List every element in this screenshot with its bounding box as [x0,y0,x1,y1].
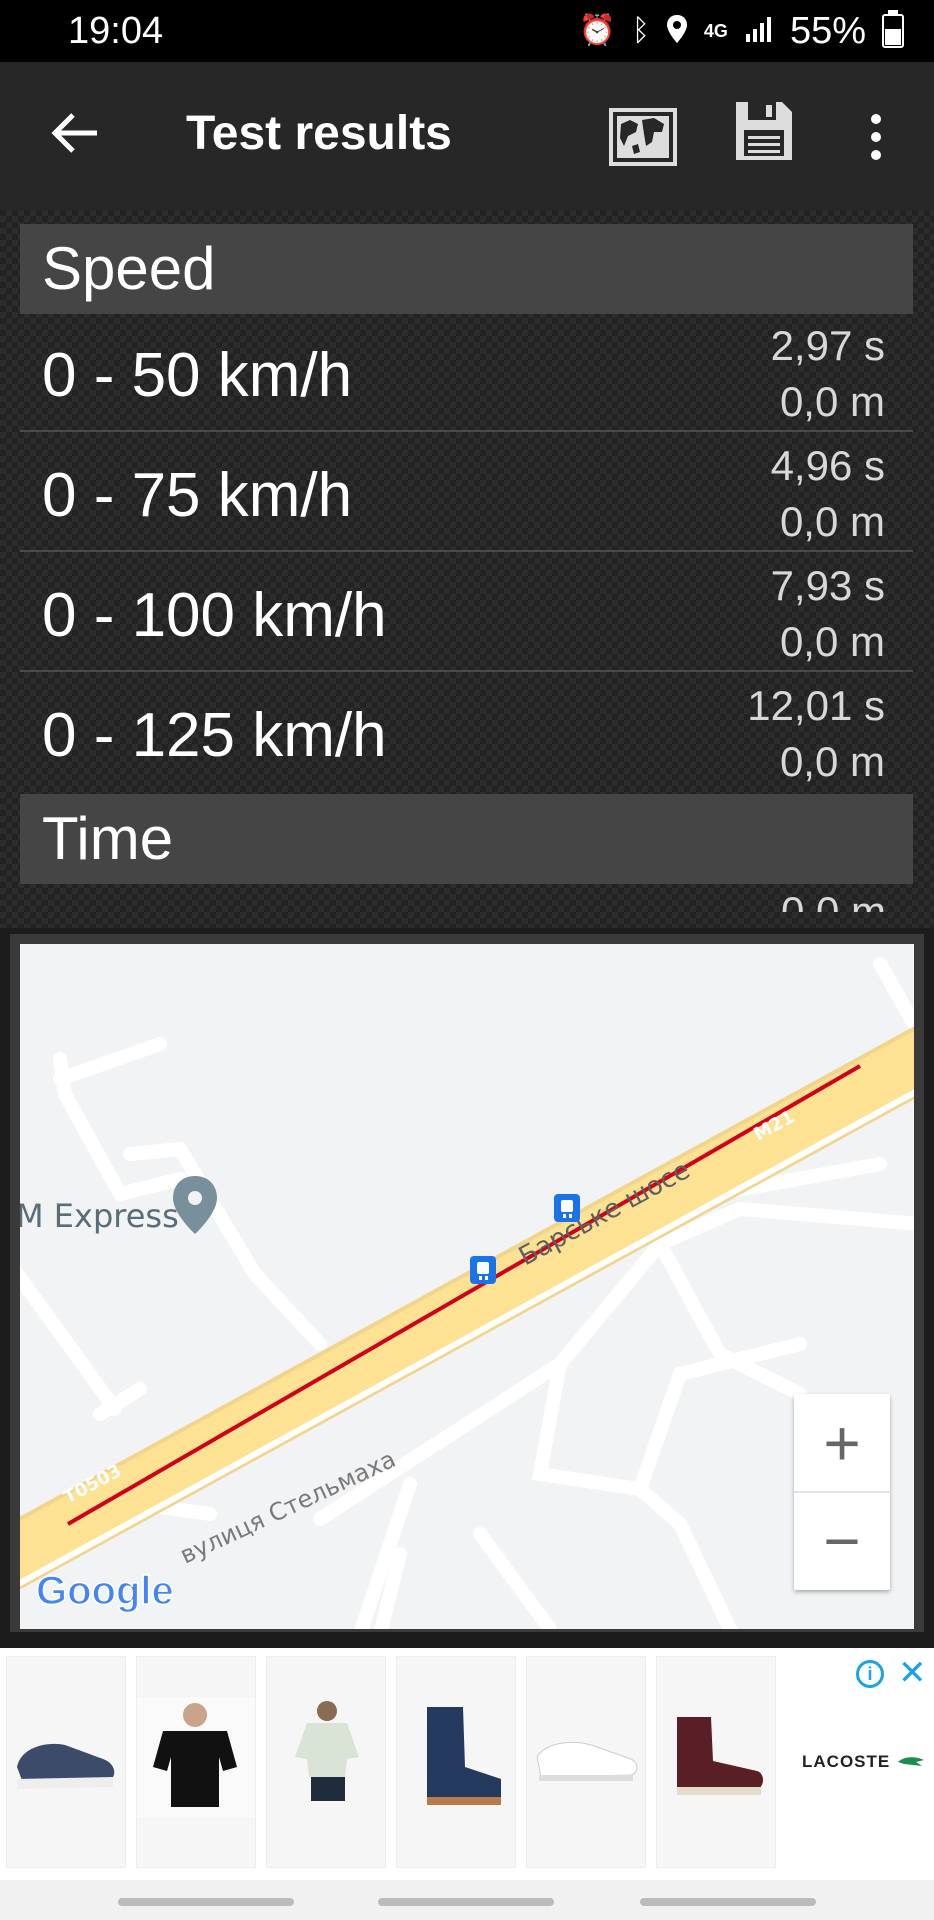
tram-stop-icon[interactable] [554,1194,580,1222]
nav-back-button[interactable] [640,1898,816,1906]
app-bar: Test results [0,62,934,210]
battery-percent: 55% [789,9,866,52]
ad-brand-logo[interactable]: LACOSTE [802,1752,890,1772]
result-distance-partial: 0,0 m [781,890,886,912]
signal-icon [744,14,774,49]
map-view[interactable]: Барське шосе вулиця Стельмаха M21 T0503 … [20,944,914,1629]
result-row[interactable]: 0 - 75 km/h 4,96 s 0,0 m [20,434,913,552]
status-time: 19:04 [68,10,164,52]
ad-banner[interactable]: LACOSTE i ✕ [0,1648,934,1880]
battery-icon [882,10,904,48]
ad-close-button[interactable]: ✕ [898,1656,927,1690]
more-options-button[interactable] [856,102,896,172]
result-distance: 0,0 m [779,498,885,545]
ad-product-polo[interactable] [266,1656,386,1868]
more-vert-icon [871,114,881,124]
place-marker-icon[interactable] [173,1176,217,1234]
zoom-out-button[interactable]: − [794,1492,890,1589]
result-row[interactable]: 0 - 50 km/h 2,97 s 0,0 m [20,314,913,432]
zoom-in-button[interactable]: + [794,1394,890,1493]
result-label: 0 - 75 km/h [42,461,353,530]
result-time: 12,01 s [747,682,885,729]
google-logo: Google [36,1569,174,1613]
result-label: 0 - 50 km/h [42,341,353,410]
ad-product-white-sneaker[interactable] [526,1656,646,1868]
ad-product-sneaker[interactable] [6,1656,126,1868]
result-distance: 0,0 m [779,738,885,785]
result-distance: 0,0 m [779,618,885,665]
status-bar: 19:04 ⏰ ᛒ 4G 55% [0,0,934,62]
ad-info-icon[interactable]: i [856,1660,884,1688]
nav-home-button[interactable] [378,1898,554,1906]
alarm-icon: ⏰ [578,14,616,47]
map-frame: Барське шосе вулиця Стельмаха M21 T0503 … [10,934,924,1632]
result-time: 7,93 s [770,562,885,609]
ad-product-boot[interactable] [396,1656,516,1868]
result-row[interactable]: 0 - 125 km/h 12,01 s 0,0 m [20,674,913,792]
map-view-button[interactable] [608,102,678,172]
system-nav-bar [0,1880,934,1920]
tram-stop-icon[interactable] [470,1256,496,1284]
world-map-icon [609,108,677,166]
floppy-save-icon [736,102,792,160]
bluetooth-icon: ᛒ [631,14,650,47]
arrow-back-icon [51,113,97,153]
network-type: 4G [703,20,728,41]
nav-recent-button[interactable] [118,1898,294,1906]
result-time: 4,96 s [770,442,885,489]
status-icons: ⏰ ᛒ 4G 55% [579,8,904,54]
results-panel[interactable]: Speed 0 - 50 km/h 2,97 s 0,0 m 0 - 75 km… [0,210,934,928]
page-title: Test results [186,107,452,160]
zoom-control: + − [794,1394,890,1590]
ad-product-tshirt[interactable] [136,1656,256,1868]
result-distance: 0,0 m [779,378,885,425]
ad-product-chelsea-boot[interactable] [656,1656,776,1868]
back-button[interactable] [40,98,110,168]
crocodile-logo-icon [898,1757,924,1766]
save-button[interactable] [734,100,804,172]
map-canvas[interactable]: Барське шосе вулиця Стельмаха M21 T0503 … [20,944,914,1629]
result-label: 0 - 125 km/h [42,701,387,770]
result-time: 2,97 s [770,322,885,369]
result-label: 0 - 100 km/h [42,581,387,650]
place-label: M Express [20,1197,179,1235]
result-row[interactable]: 0 - 100 km/h 7,93 s 0,0 m [20,554,913,672]
section-header-time: Time [20,794,913,884]
section-header-speed: Speed [20,224,913,314]
location-icon [666,14,688,49]
